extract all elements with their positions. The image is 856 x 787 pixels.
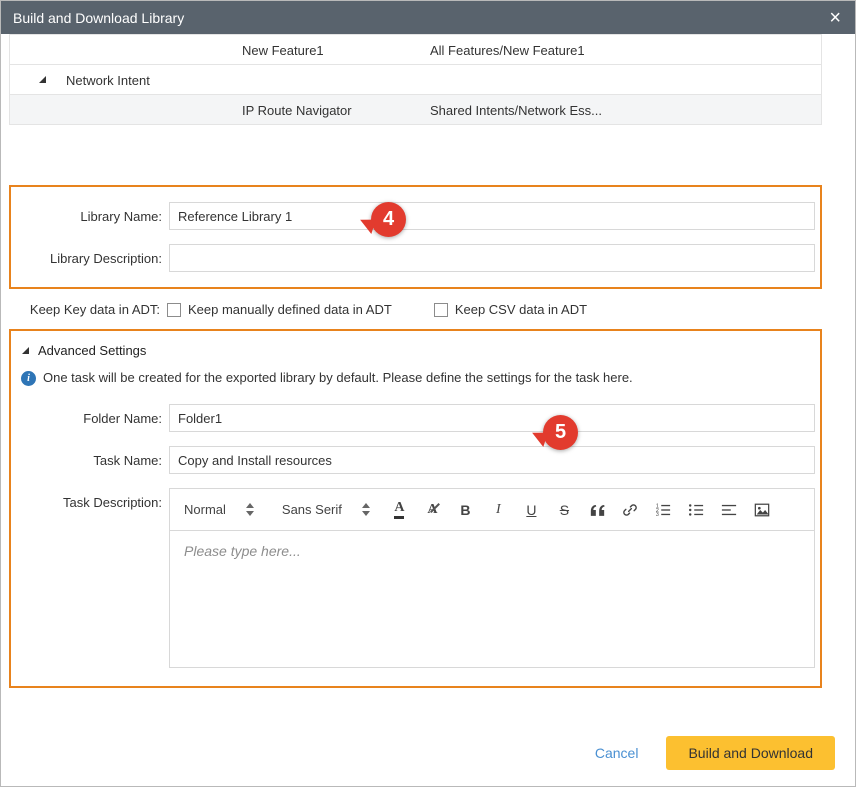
format-picker[interactable]: Normal xyxy=(184,502,254,517)
adt-csv-option: Keep CSV data in ADT xyxy=(434,302,587,317)
cancel-button[interactable]: Cancel xyxy=(595,745,639,761)
text-color-button[interactable]: A xyxy=(390,500,409,519)
link-icon xyxy=(622,502,638,518)
align-icon xyxy=(721,502,737,518)
keep-manual-data-checkbox[interactable] xyxy=(167,303,181,317)
editor-toolbar: Normal Sans Serif A A B I xyxy=(170,489,814,531)
tree-expand-icon[interactable] xyxy=(38,75,47,84)
info-row: i One task will be created for the expor… xyxy=(11,358,820,404)
bullet-list-button[interactable] xyxy=(687,500,706,519)
table-row[interactable]: New Feature1 All Features/New Feature1 xyxy=(10,35,821,65)
underline-button[interactable]: U xyxy=(522,500,541,519)
image-icon xyxy=(754,502,770,518)
task-description-editor[interactable]: Normal Sans Serif A A B I xyxy=(169,488,815,668)
font-picker-value: Sans Serif xyxy=(282,502,342,517)
editor-placeholder: Please type here... xyxy=(170,531,814,571)
library-section: Library Name: Library Description: 4 xyxy=(9,185,822,289)
adt-manual-option: Keep manually defined data in ADT xyxy=(167,302,392,317)
build-and-download-button[interactable]: Build and Download xyxy=(666,736,835,770)
font-picker[interactable]: Sans Serif xyxy=(282,502,370,517)
folder-name-label: Folder Name: xyxy=(11,411,169,426)
folder-name-row: Folder Name: xyxy=(11,404,820,432)
task-description-label: Task Description: xyxy=(11,488,169,510)
library-description-row: Library Description: xyxy=(11,244,820,272)
adt-label: Keep Key data in ADT: xyxy=(9,302,167,317)
close-icon[interactable]: × xyxy=(827,8,843,28)
quote-icon xyxy=(590,504,605,516)
italic-button[interactable]: I xyxy=(489,500,508,519)
keep-csv-data-label: Keep CSV data in ADT xyxy=(455,302,587,317)
keep-csv-data-checkbox[interactable] xyxy=(434,303,448,317)
ordered-list-button[interactable]: 123 xyxy=(654,500,673,519)
dialog-titlebar: Build and Download Library × xyxy=(1,1,855,34)
task-name-label: Task Name: xyxy=(11,453,169,468)
updown-arrows-icon xyxy=(362,503,370,516)
feature-name: IP Route Navigator xyxy=(242,103,352,118)
library-name-input[interactable] xyxy=(169,202,815,230)
library-name-row: Library Name: xyxy=(11,202,820,230)
library-description-input[interactable] xyxy=(169,244,815,272)
highlight-color-button[interactable]: A xyxy=(423,500,442,519)
group-name: Network Intent xyxy=(66,73,150,88)
svg-text:3: 3 xyxy=(656,512,659,518)
folder-name-input[interactable] xyxy=(169,404,815,432)
advanced-settings-toggle[interactable]: Advanced Settings xyxy=(11,343,820,358)
callout-badge-4: 4 xyxy=(371,202,406,237)
strikethrough-button[interactable]: S xyxy=(555,500,574,519)
feature-path: All Features/New Feature1 xyxy=(430,43,585,58)
bold-button[interactable]: B xyxy=(456,500,475,519)
info-text: One task will be created for the exporte… xyxy=(43,370,633,385)
task-name-row: Task Name: xyxy=(11,446,820,474)
dialog-title: Build and Download Library xyxy=(13,10,827,26)
info-icon: i xyxy=(21,371,36,386)
table-row[interactable]: IP Route Navigator Shared Intents/Networ… xyxy=(10,95,821,125)
table-spacer xyxy=(1,125,855,185)
feature-table: New Feature1 All Features/New Feature1 N… xyxy=(9,34,822,125)
format-picker-value: Normal xyxy=(184,502,226,517)
build-download-dialog: Build and Download Library × New Feature… xyxy=(0,0,856,787)
callout-badge-5: 5 xyxy=(543,415,578,450)
link-button[interactable] xyxy=(621,500,640,519)
library-description-label: Library Description: xyxy=(11,251,169,266)
text-color-icon: A xyxy=(394,501,404,519)
adt-options-row: Keep Key data in ADT: Keep manually defi… xyxy=(9,302,822,317)
table-row-group[interactable]: Network Intent xyxy=(10,65,821,95)
task-name-input[interactable] xyxy=(169,446,815,474)
advanced-settings-section: Advanced Settings i One task will be cre… xyxy=(9,329,822,688)
align-button[interactable] xyxy=(720,500,739,519)
blockquote-button[interactable] xyxy=(588,500,607,519)
bullet-list-icon xyxy=(688,502,704,518)
ordered-list-icon: 123 xyxy=(655,502,671,518)
updown-arrows-icon xyxy=(246,503,254,516)
advanced-settings-title: Advanced Settings xyxy=(38,343,146,358)
collapse-icon xyxy=(21,346,30,355)
dialog-footer: Cancel Build and Download xyxy=(595,736,835,770)
insert-image-button[interactable] xyxy=(753,500,772,519)
feature-name: New Feature1 xyxy=(242,43,324,58)
library-name-label: Library Name: xyxy=(11,209,169,224)
task-description-row: Task Description: Normal Sans Serif xyxy=(11,488,820,668)
feature-path: Shared Intents/Network Ess... xyxy=(430,103,602,118)
highlight-color-icon: A xyxy=(427,503,437,517)
keep-manual-data-label: Keep manually defined data in ADT xyxy=(188,302,392,317)
